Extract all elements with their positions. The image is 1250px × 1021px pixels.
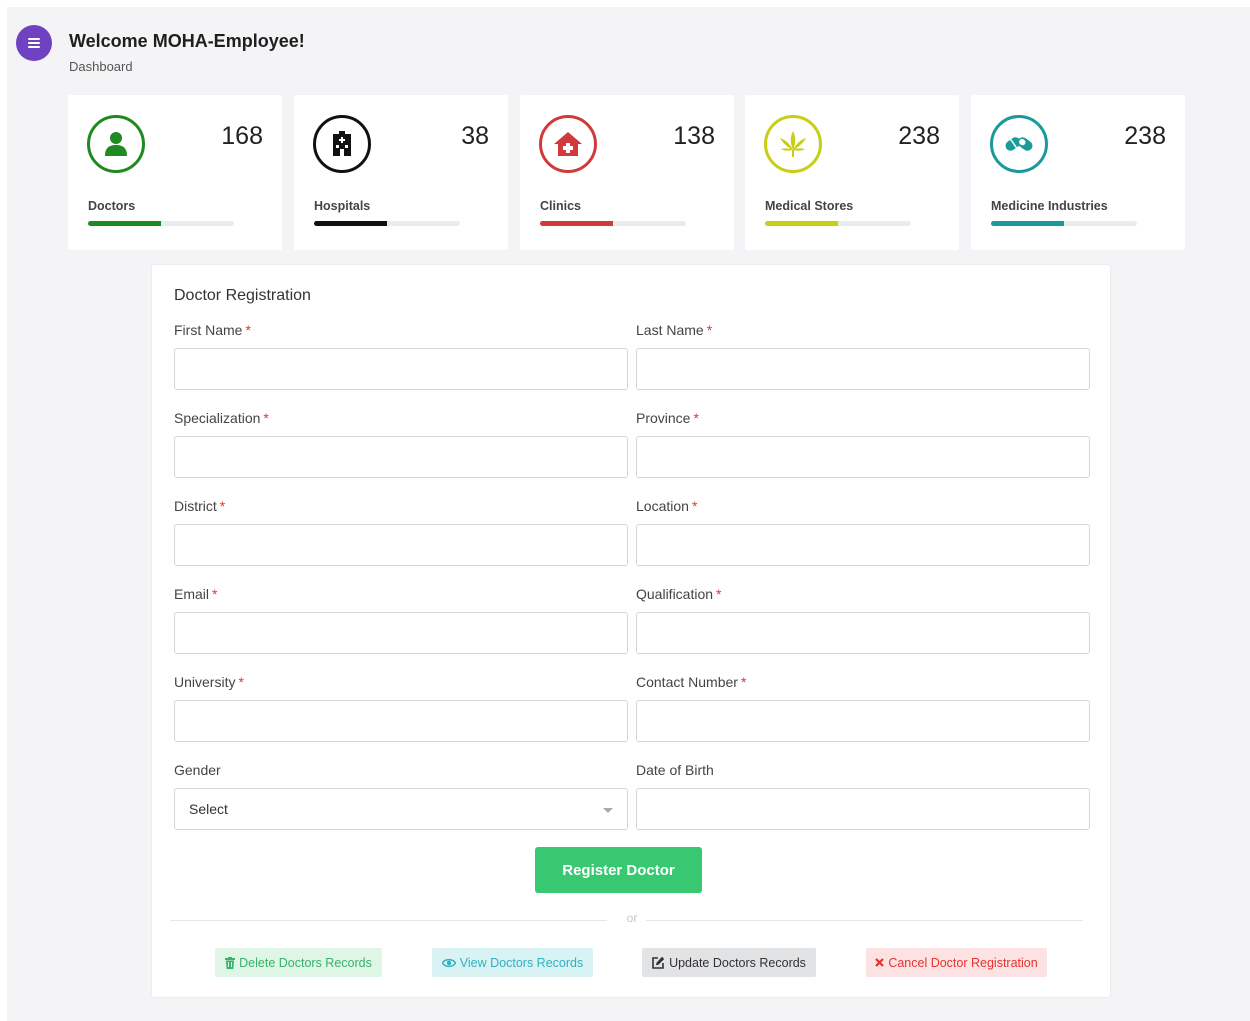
stat-card-hospitals[interactable]: 38 Hospitals <box>294 95 508 250</box>
university-input[interactable] <box>174 700 628 742</box>
stat-card-doctors[interactable]: 168 Doctors <box>68 95 282 250</box>
gender-selected-value: Select <box>189 801 228 817</box>
location-input[interactable] <box>636 524 1090 566</box>
delete-doctors-records-button[interactable]: Delete Doctors Records <box>215 948 382 977</box>
stat-label: Doctors <box>88 199 136 213</box>
stat-label: Clinics <box>540 199 581 213</box>
divider <box>170 920 607 921</box>
stat-label: Medicine Industries <box>991 199 1108 213</box>
stat-card-clinics[interactable]: 138 Clinics <box>520 95 734 250</box>
eye-icon <box>441 958 456 967</box>
stat-progress-bar <box>314 221 460 226</box>
view-doctors-records-label: View Doctors Records <box>459 955 584 970</box>
stat-count: 168 <box>221 122 263 150</box>
university-label: University * <box>174 674 244 690</box>
stat-card-medicine-industries[interactable]: 238 Medicine Industries <box>971 95 1185 250</box>
stat-card-medical-stores[interactable]: 238 Medical Stores <box>745 95 959 250</box>
province-label: Province * <box>636 410 699 426</box>
stat-count: 238 <box>898 122 940 150</box>
user-icon <box>87 115 145 173</box>
stat-progress-bar <box>540 221 686 226</box>
first-name-input[interactable] <box>174 348 628 390</box>
stat-count: 138 <box>673 122 715 150</box>
first-name-label: First Name * <box>174 322 251 338</box>
stat-progress-bar <box>991 221 1137 226</box>
stat-progress-bar <box>88 221 234 226</box>
specialization-input[interactable] <box>174 436 628 478</box>
view-doctors-records-button[interactable]: View Doctors Records <box>432 948 593 977</box>
form-title: Doctor Registration <box>174 287 311 304</box>
clinic-house-icon <box>539 115 597 173</box>
leaf-icon <box>764 115 822 173</box>
gender-select[interactable]: Select <box>174 788 628 830</box>
update-doctors-records-label: Update Doctors Records <box>669 955 806 970</box>
last-name-input[interactable] <box>636 348 1090 390</box>
stat-progress-bar <box>765 221 911 226</box>
province-input[interactable] <box>636 436 1090 478</box>
location-label: Location * <box>636 498 698 514</box>
trash-icon <box>225 956 236 969</box>
delete-doctors-records-label: Delete Doctors Records <box>239 955 372 970</box>
register-doctor-button[interactable]: Register Doctor <box>535 847 702 893</box>
breadcrumb: Dashboard <box>69 59 133 74</box>
stat-count: 38 <box>461 122 489 150</box>
cancel-doctor-registration-button[interactable]: Cancel Doctor Registration <box>866 948 1047 977</box>
contact-number-label: Contact Number * <box>636 674 747 690</box>
stat-count: 238 <box>1124 122 1166 150</box>
hamburger-icon <box>28 38 40 48</box>
contact-number-input[interactable] <box>636 700 1090 742</box>
doctor-registration-form: Doctor Registration First Name * Last Nam… <box>151 264 1111 998</box>
district-label: District * <box>174 498 226 514</box>
divider <box>646 920 1083 921</box>
email-input[interactable] <box>174 612 628 654</box>
edit-icon <box>652 956 665 969</box>
email-label: Email * <box>174 586 218 602</box>
page-title: Welcome MOHA-Employee! <box>69 31 305 51</box>
district-input[interactable] <box>174 524 628 566</box>
last-name-label: Last Name * <box>636 322 713 338</box>
qualification-label: Qualification * <box>636 586 722 602</box>
or-separator: or <box>626 911 638 925</box>
date-of-birth-label: Date of Birth <box>636 762 714 778</box>
date-of-birth-input[interactable] <box>636 788 1090 830</box>
update-doctors-records-button[interactable]: Update Doctors Records <box>642 948 816 977</box>
stat-label: Medical Stores <box>765 199 854 213</box>
cancel-doctor-registration-label: Cancel Doctor Registration <box>888 955 1038 970</box>
gender-label: Gender <box>174 762 221 778</box>
menu-toggle-button[interactable] <box>16 25 52 61</box>
chevron-down-icon <box>603 808 613 813</box>
close-icon <box>875 958 885 967</box>
pills-icon <box>990 115 1048 173</box>
specialization-label: Specialization * <box>174 410 269 426</box>
stat-label: Hospitals <box>314 199 371 213</box>
hospital-building-icon <box>313 115 371 173</box>
qualification-input[interactable] <box>636 612 1090 654</box>
